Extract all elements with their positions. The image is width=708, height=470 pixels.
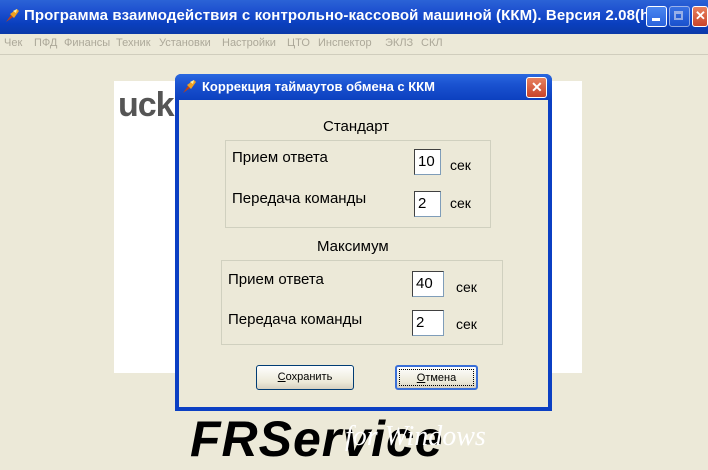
maximum-section-title: Максимум xyxy=(317,238,389,255)
standard-receive-unit: сек xyxy=(450,157,471,173)
menu-item-settings[interactable]: Настройки xyxy=(222,37,276,49)
menu-bar: Чек ПФД Финансы Техник Установки Настрой… xyxy=(0,34,708,55)
maximum-send-unit: сек xyxy=(456,316,477,332)
dialog-titlebar: Коррекция таймаутов обмена с ККМ ✕ xyxy=(175,74,552,100)
save-button[interactable]: Сохранить xyxy=(256,365,354,390)
maximize-button[interactable] xyxy=(669,6,690,27)
partial-logo-text: uck xyxy=(118,86,175,124)
standard-receive-input[interactable]: 10 xyxy=(414,149,441,175)
dialog-app-icon xyxy=(183,80,196,93)
close-button[interactable] xyxy=(692,6,708,27)
menu-item-eklz[interactable]: ЭКЛЗ xyxy=(385,37,413,49)
maximum-receive-input[interactable]: 40 xyxy=(412,271,444,297)
minimize-button[interactable] xyxy=(646,6,667,27)
maximum-receive-unit: сек xyxy=(456,279,477,295)
menu-item-technician[interactable]: Техник xyxy=(116,37,151,49)
standard-receive-label: Прием ответа xyxy=(232,149,328,166)
save-button-mnemonic: С xyxy=(277,371,286,383)
cancel-button[interactable]: Отмена xyxy=(395,365,478,390)
maximum-send-label: Передача команды xyxy=(228,311,363,328)
maximum-receive-label: Прием ответа xyxy=(228,271,324,288)
save-button-label: охранить xyxy=(285,371,333,383)
maximum-send-input[interactable]: 2 xyxy=(412,310,444,336)
menu-item-skl[interactable]: СКЛ xyxy=(421,37,443,49)
dialog-body: Стандарт Прием ответа 10 сек Передача ко… xyxy=(179,100,548,407)
menu-item-finance[interactable]: Финансы xyxy=(64,37,110,49)
main-window-title: Программа взаимодействия с контрольно-ка… xyxy=(24,7,664,24)
maximum-group: Прием ответа 40 сек Передача команды 2 с… xyxy=(221,260,503,345)
main-window-titlebar: Программа взаимодействия с контрольно-ка… xyxy=(0,0,708,34)
timeouts-dialog: Коррекция таймаутов обмена с ККМ ✕ Станд… xyxy=(175,74,552,411)
standard-send-unit: сек xyxy=(450,195,471,211)
focus-rectangle xyxy=(399,369,474,386)
menu-item-inspector[interactable]: Инспектор xyxy=(318,37,372,49)
standard-send-label: Передача команды xyxy=(232,190,367,207)
standard-section-title: Стандарт xyxy=(323,118,390,135)
brand-suffix: for Windows xyxy=(345,421,486,452)
dialog-close-button[interactable]: ✕ xyxy=(526,77,547,98)
standard-group: Прием ответа 10 сек Передача команды 2 с… xyxy=(225,140,491,228)
menu-item-installs[interactable]: Установки xyxy=(159,37,211,49)
dialog-title: Коррекция таймаутов обмена с ККМ xyxy=(202,79,435,94)
app-icon xyxy=(6,9,19,22)
menu-item-pfd[interactable]: ПФД xyxy=(34,37,57,49)
menu-item-cto[interactable]: ЦТО xyxy=(287,37,310,49)
close-icon: ✕ xyxy=(531,79,543,95)
standard-send-input[interactable]: 2 xyxy=(414,191,441,217)
menu-item-check[interactable]: Чек xyxy=(4,37,22,49)
